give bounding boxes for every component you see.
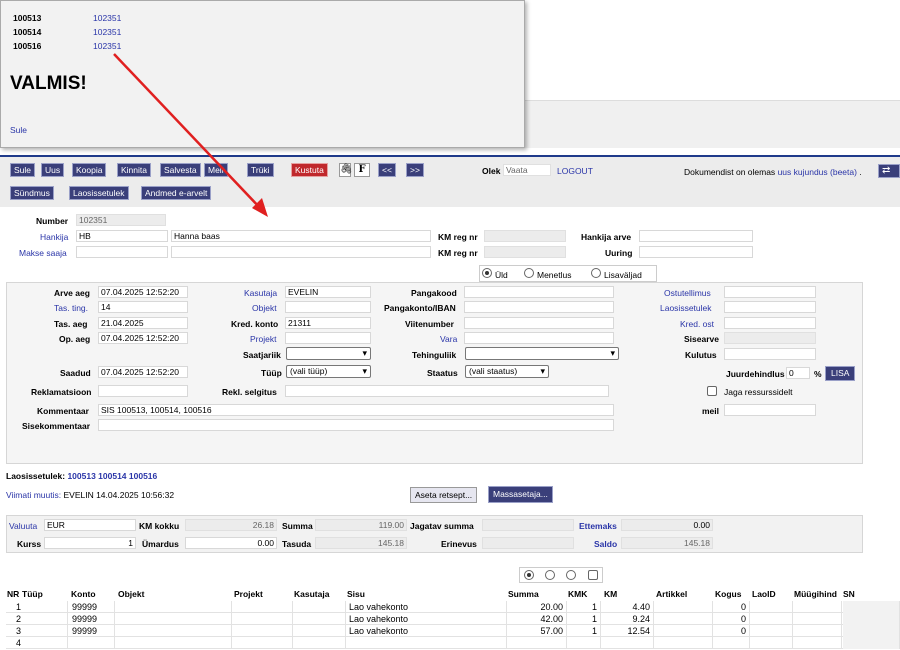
annotation-arrow (113, 53, 268, 217)
arrow-line (113, 53, 263, 211)
